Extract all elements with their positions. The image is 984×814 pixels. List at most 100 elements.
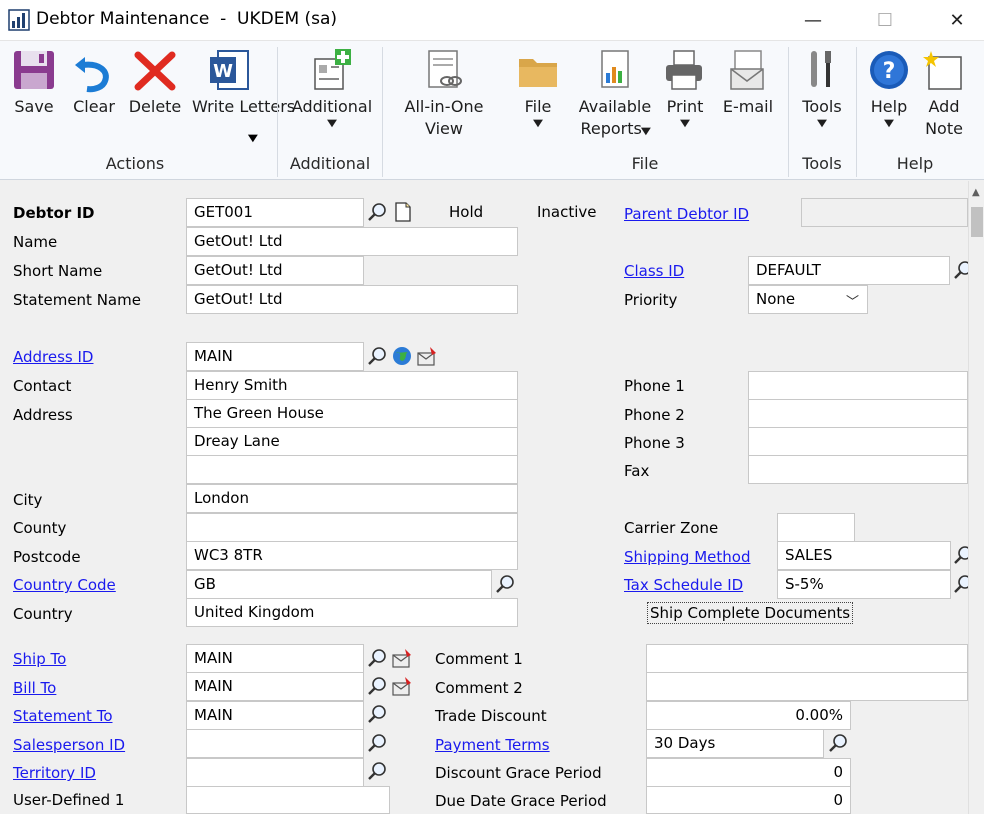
class-id-field[interactable]: DEFAULT xyxy=(748,256,950,285)
close-button[interactable]: ✕ xyxy=(928,0,984,40)
name-field[interactable]: GetOut! Ltd xyxy=(186,227,518,256)
shipping-method-link[interactable]: Shipping Method xyxy=(624,548,750,566)
country-code-field[interactable]: GB xyxy=(186,570,492,599)
phone2-field[interactable] xyxy=(748,399,968,428)
group-label-additional: Additional xyxy=(289,154,371,173)
salesperson-id-field[interactable] xyxy=(186,729,364,758)
available-reports-button[interactable]: Available Reports▼ xyxy=(574,47,656,143)
statement-to-link[interactable]: Statement To xyxy=(13,707,113,725)
tax-schedule-id-link[interactable]: Tax Schedule ID xyxy=(624,576,743,594)
email-button[interactable]: E-mail xyxy=(718,47,778,118)
scrollbar-thumb[interactable] xyxy=(971,207,983,237)
write-letters-dropdown-icon[interactable]: ▼ xyxy=(248,133,258,144)
ship-to-email-icon[interactable] xyxy=(391,647,413,669)
save-icon xyxy=(14,51,54,89)
file-button[interactable]: File ▼ xyxy=(514,47,562,130)
additional-button[interactable]: Additional ▼ xyxy=(288,47,376,130)
add-note-button[interactable]: Add Note xyxy=(918,47,970,140)
bill-to-field[interactable]: MAIN xyxy=(186,672,364,701)
help-button[interactable]: ? Help ▼ xyxy=(864,47,914,130)
fax-field[interactable] xyxy=(748,455,968,484)
all-in-one-view-button[interactable]: All-in-One View xyxy=(396,47,492,140)
statement-to-field[interactable]: MAIN xyxy=(186,701,364,730)
help-icon: ? xyxy=(870,51,908,89)
undo-icon xyxy=(75,57,109,93)
new-document-icon[interactable] xyxy=(392,201,414,223)
maximize-button[interactable]: ☐ xyxy=(856,0,914,40)
scroll-up-arrow-icon[interactable]: ▲ xyxy=(972,187,980,198)
address-line2-field[interactable]: Dreay Lane xyxy=(186,427,518,456)
comment1-field[interactable] xyxy=(646,644,968,673)
contact-field[interactable]: Henry Smith xyxy=(186,371,518,400)
payment-terms-link[interactable]: Payment Terms xyxy=(435,736,550,754)
svg-text:W: W xyxy=(213,61,233,82)
postcode-field[interactable]: WC3 8TR xyxy=(186,541,518,570)
country-field[interactable]: United Kingdom xyxy=(186,598,518,627)
address-email-icon[interactable] xyxy=(416,345,438,367)
tax-schedule-id-field[interactable]: S-5% xyxy=(777,570,951,599)
ship-complete-documents-checkbox[interactable]: Ship Complete Documents xyxy=(647,602,854,624)
debtor-id-field[interactable]: GET001 xyxy=(186,198,364,227)
address-id-lookup-icon[interactable] xyxy=(366,345,388,367)
payment-terms-field[interactable]: 30 Days xyxy=(646,729,824,758)
address-label: Address xyxy=(13,406,73,424)
discount-grace-period-field[interactable]: 0 xyxy=(646,758,851,787)
country-code-lookup-icon[interactable] xyxy=(494,573,516,595)
county-field[interactable] xyxy=(186,513,518,542)
territory-lookup-icon[interactable] xyxy=(366,760,388,782)
address-line1-field[interactable]: The Green House xyxy=(186,399,518,428)
minimize-button[interactable]: — xyxy=(784,0,842,40)
clear-button[interactable]: Clear xyxy=(70,47,118,118)
address-id-link[interactable]: Address ID xyxy=(13,348,93,366)
bill-to-email-icon[interactable] xyxy=(391,675,413,697)
county-label: County xyxy=(13,519,67,537)
ship-to-field[interactable]: MAIN xyxy=(186,644,364,673)
phone1-field[interactable] xyxy=(748,371,968,400)
lookup-zoom-icon[interactable] xyxy=(366,201,388,223)
parent-debtor-id-link[interactable]: Parent Debtor ID xyxy=(624,205,749,223)
report-icon xyxy=(601,50,629,88)
class-id-link[interactable]: Class ID xyxy=(624,262,684,280)
shipping-method-field[interactable]: SALES xyxy=(777,541,951,570)
country-code-link[interactable]: Country Code xyxy=(13,576,116,594)
word-icon: W xyxy=(210,50,249,90)
ship-to-lookup-icon[interactable] xyxy=(366,647,388,669)
territory-id-field[interactable] xyxy=(186,758,364,787)
address-id-field[interactable]: MAIN xyxy=(186,342,364,371)
city-field[interactable]: London xyxy=(186,484,518,513)
print-button[interactable]: Print ▼ xyxy=(662,47,708,130)
group-label-help: Help xyxy=(896,154,934,173)
territory-id-link[interactable]: Territory ID xyxy=(13,764,96,782)
postcode-label: Postcode xyxy=(13,548,81,566)
statement-to-lookup-icon[interactable] xyxy=(366,703,388,725)
save-button[interactable]: Save xyxy=(10,47,58,118)
due-date-grace-period-field[interactable]: 0 xyxy=(646,786,851,814)
chevron-down-icon[interactable]: ﹀ xyxy=(846,291,859,310)
comment2-label: Comment 2 xyxy=(435,679,523,697)
group-label-file: File xyxy=(631,154,659,173)
salesperson-lookup-icon[interactable] xyxy=(366,732,388,754)
comment2-field[interactable] xyxy=(646,672,968,701)
globe-icon[interactable] xyxy=(391,345,413,367)
address-line3-field[interactable] xyxy=(186,455,518,484)
vertical-scrollbar[interactable]: ▲ xyxy=(968,181,984,814)
document-link-icon xyxy=(428,50,462,88)
bill-to-link[interactable]: Bill To xyxy=(13,679,56,697)
user-defined1-field[interactable] xyxy=(186,786,390,814)
bill-to-lookup-icon[interactable] xyxy=(366,675,388,697)
fax-label: Fax xyxy=(624,462,650,480)
statement-name-field[interactable]: GetOut! Ltd xyxy=(186,285,518,314)
payment-terms-lookup-icon[interactable] xyxy=(827,732,849,754)
carrier-zone-field[interactable] xyxy=(777,513,855,542)
app-icon xyxy=(8,9,30,31)
salesperson-id-link[interactable]: Salesperson ID xyxy=(13,736,125,754)
phone3-field[interactable] xyxy=(748,427,968,456)
parent-debtor-id-field xyxy=(801,198,968,227)
trade-discount-field[interactable]: 0.00% xyxy=(646,701,851,730)
ship-to-link[interactable]: Ship To xyxy=(13,650,66,668)
debtor-id-label: Debtor ID xyxy=(13,204,95,222)
tools-button[interactable]: Tools ▼ xyxy=(796,47,848,130)
delete-button[interactable]: Delete xyxy=(128,47,182,118)
write-letters-button[interactable]: W Write Letters xyxy=(192,47,295,118)
short-name-field[interactable]: GetOut! Ltd xyxy=(186,256,364,285)
